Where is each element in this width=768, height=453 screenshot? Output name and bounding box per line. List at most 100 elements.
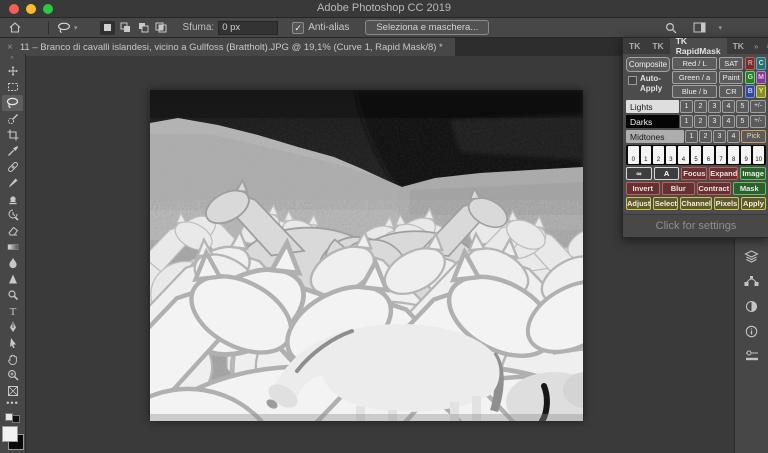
chevron-down-icon[interactable]: ▾ [718, 24, 722, 32]
color-swatches[interactable] [2, 426, 24, 450]
zone-key[interactable]: 1 [641, 146, 652, 164]
midtones-1-button[interactable]: 1 [685, 130, 698, 143]
zone-picker[interactable]: 0 1 2 3 4 5 6 7 8 9 10 [626, 145, 766, 165]
minimize-window-button[interactable] [26, 4, 36, 14]
blue-color-button[interactable]: B [745, 85, 755, 98]
a-button[interactable]: A [654, 167, 680, 180]
document-tab[interactable]: × 11 – Branco di cavalli islandesi, vici… [0, 38, 455, 56]
add-selection-icon[interactable] [118, 21, 133, 35]
properties-icon[interactable] [741, 348, 763, 364]
lights-plusminus-button[interactable]: +/- [750, 100, 766, 113]
lasso-icon[interactable] [55, 20, 73, 35]
toolbar-collapse-icon[interactable]: » [10, 54, 14, 63]
zone-key[interactable]: 8 [728, 146, 739, 164]
eraser-tool[interactable] [2, 223, 23, 239]
panel-menu-icon[interactable]: ≡ [762, 38, 768, 54]
quick-selection-tool[interactable] [2, 111, 23, 127]
new-selection-icon[interactable] [100, 21, 115, 35]
lights-4-button[interactable]: 4 [722, 100, 735, 113]
document-canvas[interactable] [150, 90, 583, 421]
layers-icon[interactable] [741, 248, 763, 264]
darks-5-button[interactable]: 5 [736, 115, 749, 128]
green-color-button[interactable]: G [745, 71, 755, 84]
panel-tab-tk4[interactable]: TK [727, 38, 750, 54]
chevron-down-icon[interactable]: ▾ [74, 24, 78, 32]
cyan-color-button[interactable]: C [756, 57, 766, 70]
auto-apply-checkbox[interactable] [628, 76, 637, 85]
blur-tool[interactable] [2, 255, 23, 271]
feather-input[interactable] [218, 21, 278, 35]
adjust-button[interactable]: Adjust [626, 197, 651, 210]
focus-button[interactable]: Focus [681, 167, 707, 180]
red-color-button[interactable]: R [745, 57, 755, 70]
zone-key[interactable]: 6 [703, 146, 714, 164]
zone-key[interactable]: 2 [653, 146, 664, 164]
healing-brush-tool[interactable] [2, 159, 23, 175]
yellow-color-button[interactable]: Y [756, 85, 766, 98]
zone-key[interactable]: 9 [741, 146, 752, 164]
lights-3-button[interactable]: 3 [708, 100, 721, 113]
expand-button[interactable]: Expand [709, 167, 738, 180]
antialias-checkbox-row[interactable]: ✓ Anti-alias [292, 22, 349, 34]
zone-key[interactable]: 3 [666, 146, 677, 164]
composite-button[interactable]: Composite [626, 57, 670, 72]
image-button[interactable]: Image [740, 167, 766, 180]
invert-button[interactable]: Invert [626, 182, 660, 195]
gradient-tool[interactable] [2, 239, 23, 255]
adjustments-icon[interactable] [741, 298, 763, 314]
midtones-pick-button[interactable]: Pick [741, 130, 766, 143]
close-window-button[interactable] [9, 4, 19, 14]
hand-tool[interactable] [2, 351, 23, 367]
crop-tool[interactable] [2, 127, 23, 143]
blur-button[interactable]: Blur [662, 182, 696, 195]
cr-button[interactable]: CR [719, 85, 743, 98]
default-colors-icon[interactable] [5, 413, 21, 423]
edit-toolbar-icon[interactable]: ••• [6, 399, 18, 411]
darks-2-button[interactable]: 2 [694, 115, 707, 128]
select-and-mask-button[interactable]: Seleziona e maschera... [365, 20, 489, 35]
zone-key[interactable]: 0 [628, 146, 639, 164]
panel-tab-tk2[interactable]: TK [646, 38, 669, 54]
history-brush-tool[interactable] [2, 207, 23, 223]
clone-stamp-tool[interactable] [2, 191, 23, 207]
darks-plusminus-button[interactable]: +/- [750, 115, 766, 128]
lights-5-button[interactable]: 5 [736, 100, 749, 113]
type-tool[interactable]: T [2, 303, 23, 319]
channel-button[interactable]: Channel [680, 197, 712, 210]
settings-hint[interactable]: Click for settings [623, 214, 768, 237]
zoom-tool[interactable] [2, 367, 23, 383]
zone-key[interactable]: 10 [753, 146, 764, 164]
close-tab-icon[interactable]: × [7, 42, 13, 53]
darks-3-button[interactable]: 3 [708, 115, 721, 128]
path-selection-tool[interactable] [2, 335, 23, 351]
home-icon[interactable] [6, 20, 24, 35]
zoom-window-button[interactable] [43, 4, 53, 14]
apply-button[interactable]: Apply [741, 197, 766, 210]
foreground-color-swatch[interactable] [2, 426, 18, 442]
green-channel-button[interactable]: Green / a [672, 71, 717, 84]
zone-key[interactable]: 5 [691, 146, 702, 164]
eyedropper-tool[interactable] [2, 143, 23, 159]
auto-apply-row[interactable]: Auto-Apply [626, 74, 670, 94]
contract-button[interactable]: Contract [697, 182, 731, 195]
lights-2-button[interactable]: 2 [694, 100, 707, 113]
midtones-2-button[interactable]: 2 [699, 130, 712, 143]
panel-tab-tk-rapidmask[interactable]: TK RapidMask [670, 38, 727, 54]
brush-tool[interactable] [2, 175, 23, 191]
panel-tab-tk1[interactable]: TK [623, 38, 646, 54]
intersect-selection-icon[interactable] [154, 21, 169, 35]
marquee-tool[interactable] [2, 79, 23, 95]
search-icon[interactable] [662, 20, 680, 35]
sat-button[interactable]: SAT [719, 57, 743, 70]
red-channel-button[interactable]: Red / L [672, 57, 717, 70]
infinity-button[interactable]: ∞ [626, 167, 652, 180]
paths-icon[interactable] [741, 273, 763, 289]
paint-button[interactable]: Paint [719, 71, 743, 84]
mask-button[interactable]: Mask [733, 182, 767, 195]
zone-key[interactable]: 7 [716, 146, 727, 164]
move-tool[interactable] [2, 63, 23, 79]
frame-tool[interactable] [2, 383, 23, 399]
pixels-button[interactable]: Pixels [714, 197, 739, 210]
info-icon[interactable] [741, 323, 763, 339]
midtones-4-button[interactable]: 4 [727, 130, 740, 143]
